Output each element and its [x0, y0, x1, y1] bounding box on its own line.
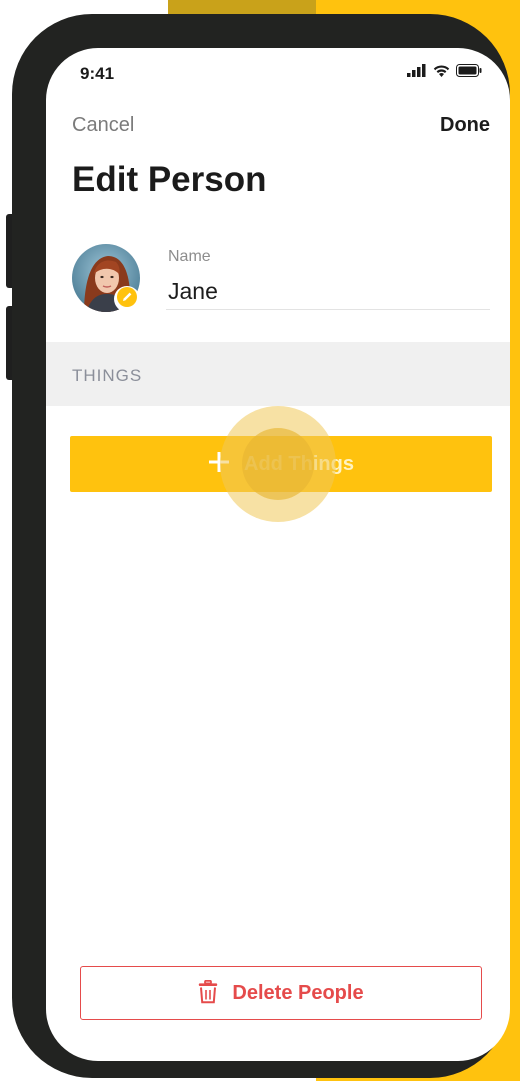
status-bar: 9:41: [46, 48, 510, 104]
delete-people-label: Delete People: [232, 981, 364, 1004]
phone-frame: 9:41 Cancel Done Edit Person Name Jane T…: [12, 14, 510, 1078]
page-title: Edit Person: [72, 160, 267, 199]
phone-screen: 9:41 Cancel Done Edit Person Name Jane T…: [46, 48, 510, 1061]
things-section-header: THINGS: [46, 342, 510, 406]
trash-icon: [198, 979, 218, 1007]
signal-bars-icon: [407, 64, 427, 82]
plus-icon: [208, 449, 230, 479]
pencil-icon: [116, 286, 138, 313]
avatar-edit-button[interactable]: [114, 286, 140, 312]
wifi-icon: [433, 64, 450, 82]
cancel-button[interactable]: Cancel: [72, 114, 134, 137]
add-things-label: Add Things: [244, 452, 354, 475]
name-input[interactable]: [166, 274, 490, 310]
delete-people-button[interactable]: Delete People: [80, 966, 482, 1020]
things-section-label: THINGS: [72, 366, 143, 385]
name-label: Name: [168, 248, 211, 265]
done-button[interactable]: Done: [440, 114, 490, 137]
battery-icon: [456, 64, 482, 82]
status-time: 9:41: [80, 64, 115, 83]
status-icons: [407, 64, 482, 82]
add-things-button[interactable]: Add Things: [70, 436, 492, 492]
